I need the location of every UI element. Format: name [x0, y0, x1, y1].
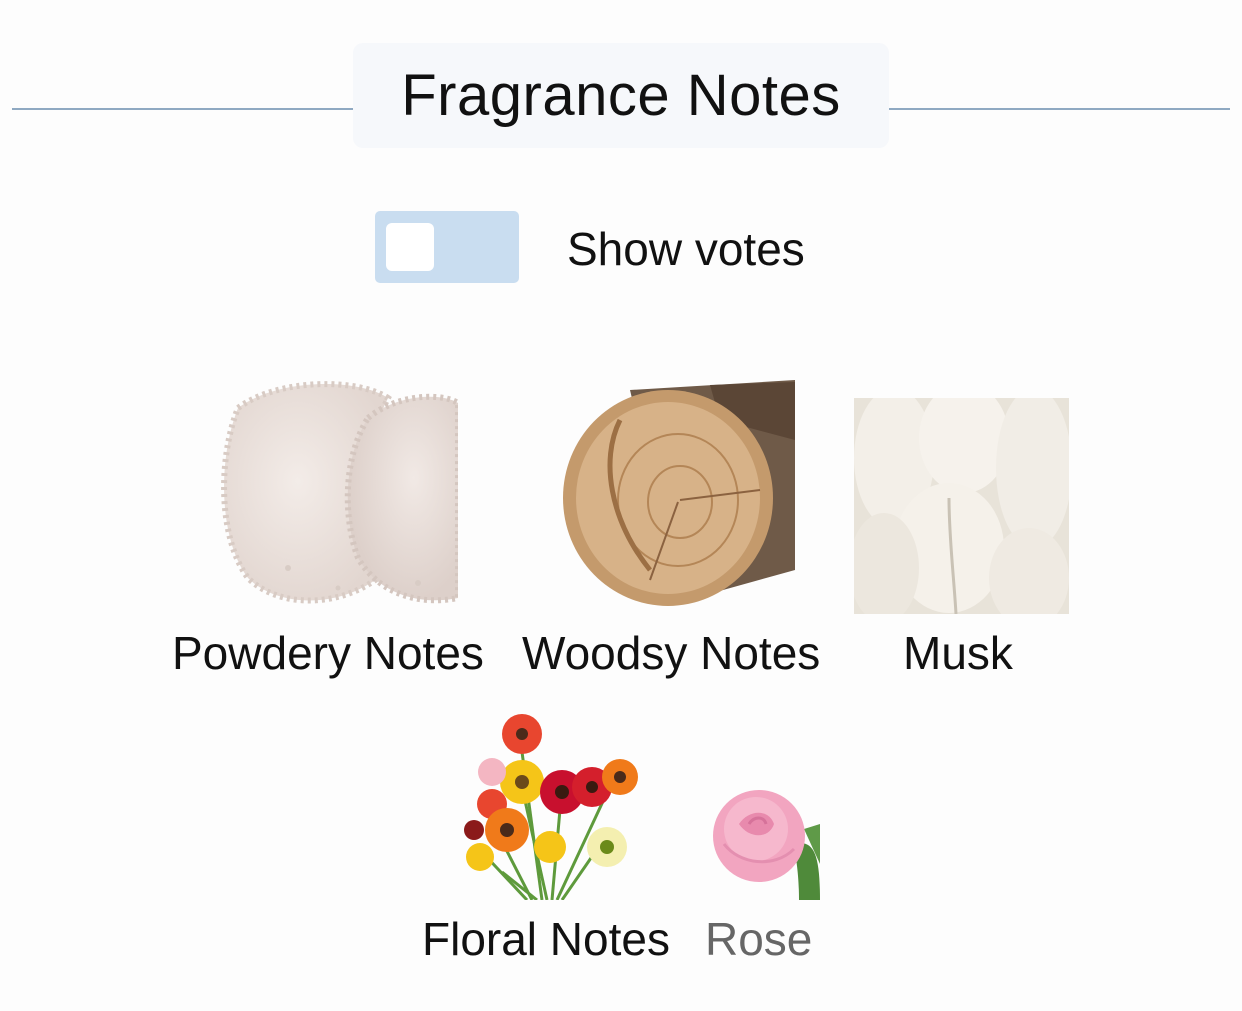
- note-label: Woodsy Notes: [522, 627, 821, 679]
- toggle-knob: [386, 223, 434, 271]
- header-rule-left: [12, 108, 353, 110]
- show-votes-toggle[interactable]: [375, 211, 519, 283]
- note-label: Powdery Notes: [172, 627, 484, 679]
- section-title: Fragrance Notes: [401, 63, 841, 128]
- fragrance-notes-panel: Fragrance Notes Show votes Powdery Notes…: [0, 0, 1242, 1011]
- note-label: Floral Notes: [422, 913, 670, 965]
- section-header: Fragrance Notes: [353, 43, 889, 148]
- powder-icon: [218, 378, 458, 614]
- note-label: Musk: [903, 627, 1013, 679]
- musk-fluff-icon: [854, 398, 1069, 614]
- header-rule-right: [889, 108, 1230, 110]
- rose-icon: [704, 784, 820, 900]
- show-votes-label: Show votes: [567, 223, 805, 275]
- note-label: Rose: [705, 913, 813, 965]
- log-icon: [560, 380, 795, 608]
- flower-bouquet-icon: [462, 712, 640, 900]
